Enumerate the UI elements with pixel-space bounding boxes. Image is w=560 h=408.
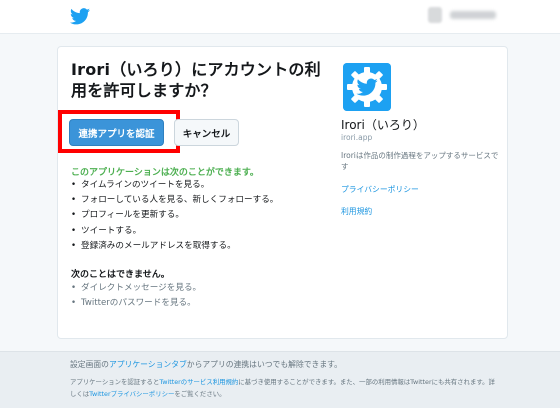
applications-tab-link[interactable]: アプリケーションタブ	[109, 360, 187, 369]
twitter-privacy-link[interactable]: Twitterプライバシーポリシー	[89, 390, 174, 398]
footer-text: に基づき使用することができます。また、一部の利用情報はTwitterにも共有され…	[238, 378, 495, 386]
privacy-policy-link[interactable]: プライバシーポリシー	[341, 184, 419, 195]
footer-privacy-note: しくはTwitterプライバシーポリシーをご覧ください。	[70, 389, 226, 398]
permissions-heading: このアプリケーションは次のことができます。	[71, 168, 259, 178]
gear-bird-icon	[343, 63, 391, 111]
footer: 設定画面のアプリケーションタブからアプリの連携はいつでも解除できます。 アプリケ…	[0, 351, 560, 408]
top-bar	[0, 0, 560, 34]
permissions-list: タイムラインのツイートを見る。 フォローしている人を見る、新しくフォローする。 …	[71, 178, 278, 254]
footer-text: アプリケーションを認証すると	[70, 378, 160, 386]
terms-link[interactable]: 利用規約	[341, 206, 372, 217]
list-item: タイムラインのツイートを見る。	[71, 178, 278, 193]
list-item: フォローしている人を見る、新しくフォローする。	[71, 193, 278, 208]
app-description: Iroriは作品の制作過程をアップするサービスです	[341, 151, 499, 171]
username-label	[450, 11, 496, 19]
oauth-card: Irori（いろり）にアカウントの利用を許可しますか？ 連携アプリを認証 キャン…	[57, 46, 508, 339]
footer-text: しくは	[70, 390, 90, 398]
app-url[interactable]: irori.app	[341, 133, 372, 142]
footer-text: からアプリの連携はいつでも解除できます。	[186, 360, 342, 369]
list-item: ツイートする。	[71, 224, 278, 239]
footer-text: をご覧ください。	[174, 390, 226, 398]
authorize-button[interactable]: 連携アプリを認証	[69, 119, 164, 146]
footer-terms-note: アプリケーションを認証するとTwitterのサービス利用規約に基づき使用すること…	[70, 377, 495, 386]
avatar	[428, 7, 442, 23]
list-item: Twitterのパスワードを見る。	[71, 296, 201, 311]
twitter-terms-link[interactable]: Twitterのサービス利用規約	[159, 378, 238, 386]
twitter-bird-icon[interactable]	[70, 8, 90, 25]
footer-text: 設定画面の	[70, 360, 109, 369]
app-name: Irori（いろり）	[341, 118, 425, 132]
list-item: ダイレクトメッセージを見る。	[71, 281, 201, 296]
cancel-button[interactable]: キャンセル	[174, 119, 239, 146]
user-account-menu[interactable]	[428, 7, 498, 23]
footer-revoke-note: 設定画面のアプリケーションタブからアプリの連携はいつでも解除できます。	[70, 359, 342, 370]
list-item: プロフィールを更新する。	[71, 208, 278, 223]
restrictions-list: ダイレクトメッセージを見る。 Twitterのパスワードを見る。	[71, 281, 201, 312]
restrictions-heading: 次のことはできません。	[71, 270, 170, 280]
list-item: 登録済みのメールアドレスを取得する。	[71, 239, 278, 254]
page-title: Irori（いろり）にアカウントの利用を許可しますか？	[71, 60, 321, 100]
